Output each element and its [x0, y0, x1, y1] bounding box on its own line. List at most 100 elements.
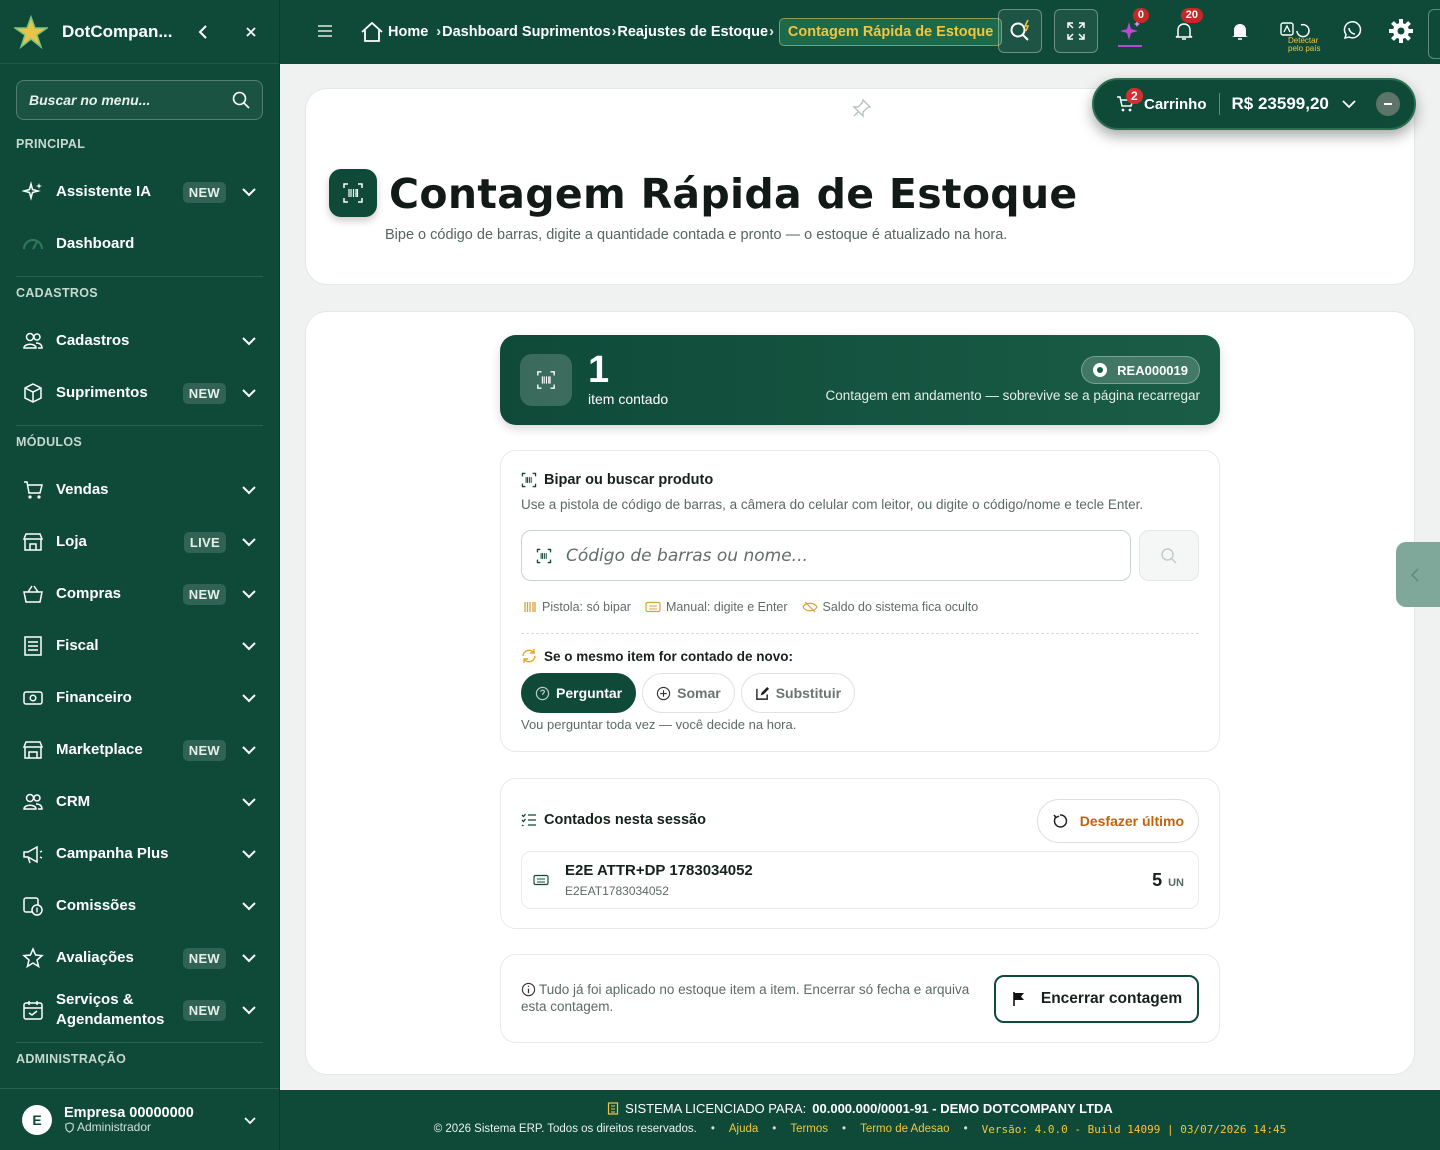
sidebar-item-loja[interactable]: Loja LIVE: [16, 520, 264, 564]
link-termos[interactable]: Termos: [790, 1123, 828, 1136]
barcode-icon: [521, 472, 537, 488]
finish-panel: Tudo já foi aplicado no estoque item a i…: [500, 954, 1220, 1043]
new-badge: NEW: [182, 999, 226, 1021]
refresh-icon: [522, 649, 536, 663]
shield-icon: [65, 1121, 74, 1133]
list-check-icon: [521, 813, 536, 827]
breadcrumb-sep-icon: ›: [611, 24, 617, 40]
sparkles-icon: [22, 181, 44, 203]
calendar-icon: [22, 999, 44, 1021]
ai-assistant-button[interactable]: 0: [1108, 8, 1152, 53]
sidebar-item-marketplace[interactable]: Marketplace NEW: [16, 728, 264, 772]
brand-name: DotCompan...: [62, 21, 173, 41]
search-bolt-icon: [1010, 19, 1030, 41]
whatsapp-button[interactable]: [1330, 9, 1374, 53]
new-badge: NEW: [182, 947, 226, 969]
menu-icon[interactable]: [316, 22, 334, 40]
repeat-options: Perguntar Somar Substituir: [521, 673, 856, 713]
chevron-down-icon: [242, 188, 256, 197]
footer: SISTEMA LICENCIADO PARA: 00.000.000/0001…: [280, 1090, 1440, 1150]
settings-button[interactable]: [1379, 9, 1423, 53]
chevron-down-icon[interactable]: [1341, 96, 1357, 112]
notif-count-badge: 20: [1180, 8, 1203, 23]
notifications-button[interactable]: 20: [1162, 8, 1206, 53]
license-value: 00.000.000/0001-91 - DEMO DOTCOMPANY LTD…: [812, 1101, 1113, 1116]
alerts-button[interactable]: [1218, 9, 1262, 53]
divider: [16, 1042, 263, 1043]
option-substituir[interactable]: Substituir: [740, 673, 856, 713]
sidebar-item-fiscal[interactable]: Fiscal: [16, 624, 264, 668]
user-menu[interactable]: E Empresa 00000000 Administrador: [0, 1088, 279, 1150]
minimize-cart-button[interactable]: [1376, 92, 1400, 116]
count-status-banner: 1 item contado REA000019 Contagem em and…: [500, 335, 1220, 425]
item-name: E2E ATTR+DP 1783034052: [565, 862, 753, 879]
session-title-row: Contados nesta sessão: [521, 812, 706, 828]
chevron-down-icon: [242, 337, 256, 346]
separator-dot: •: [842, 1123, 847, 1135]
breadcrumb: Home › Dashboard Suprimentos › Reajustes…: [360, 17, 1003, 47]
home-icon[interactable]: [360, 20, 384, 44]
close-icon[interactable]: [240, 21, 262, 43]
info-icon: [521, 982, 536, 997]
chevron-down-icon: [242, 642, 256, 651]
breadcrumb-home[interactable]: Home: [388, 24, 428, 40]
cash-icon: [22, 687, 44, 709]
topbar-edge-button[interactable]: [1428, 9, 1440, 59]
sidebar-item-comissoes[interactable]: Comissões: [16, 884, 264, 928]
sidebar-item-financeiro[interactable]: Financeiro: [16, 676, 264, 720]
edit-icon: [755, 686, 769, 700]
sidebar-item-campanha-plus[interactable]: Campanha Plus: [16, 832, 264, 876]
separator-dot: •: [963, 1123, 968, 1135]
breadcrumb-reajustes[interactable]: Reajustes de Estoque: [617, 24, 768, 40]
sidebar-item-cadastros[interactable]: Cadastros: [16, 319, 264, 363]
shop-icon: [22, 739, 44, 761]
breadcrumb-sep-icon: ›: [436, 24, 442, 40]
hint-manual: Manual: digite e Enter: [645, 600, 788, 614]
option-perguntar[interactable]: Perguntar: [521, 673, 637, 713]
sidebar-item-servicos-agendamentos[interactable]: Serviços & Agendamentos NEW: [16, 988, 264, 1032]
sidebar-item-avaliacoes[interactable]: Avaliações NEW: [16, 936, 264, 980]
breadcrumb-dashboard-suprimentos[interactable]: Dashboard Suprimentos: [442, 24, 610, 40]
sidebar-item-label: Compras: [56, 585, 122, 602]
link-ajuda[interactable]: Ajuda: [729, 1123, 758, 1136]
search-icon[interactable]: [232, 91, 250, 109]
finish-note-row: Tudo já foi aplicado no estoque item a i…: [521, 981, 971, 1015]
sidebar-item-label: Suprimentos: [56, 384, 148, 401]
link-termo-adesao[interactable]: Termo de Adesao: [860, 1123, 950, 1136]
menu-search-input[interactable]: [29, 92, 232, 108]
sidebar-item-assistente-ia[interactable]: Assistente IA NEW: [16, 170, 264, 214]
chevron-down-icon: [242, 954, 256, 963]
user-name: Empresa 00000000: [64, 1105, 194, 1121]
live-badge: LIVE: [183, 531, 226, 553]
option-somar[interactable]: Somar: [642, 673, 735, 713]
collapse-sidebar-icon[interactable]: [192, 21, 214, 43]
sidebar-item-dashboard[interactable]: Dashboard: [16, 222, 264, 266]
table-row[interactable]: E2E ATTR+DP 1783034052 E2EAT1783034052 5…: [521, 851, 1199, 909]
counted-items-number: 1: [588, 349, 610, 391]
version-info: Versão: 4.0.0 - Build 14099 | 03/07/2026…: [981, 1123, 1287, 1136]
expand-icon: [1067, 22, 1085, 40]
cart-total: R$ 23599,20: [1231, 94, 1329, 113]
scan-search-button[interactable]: [1139, 530, 1199, 581]
fullscreen-button[interactable]: [1054, 9, 1098, 53]
sidebar-item-suprimentos[interactable]: Suprimentos NEW: [16, 371, 264, 415]
cart-widget[interactable]: 2 Carrinho R$ 23599,20: [1092, 78, 1416, 130]
item-quantity: 5 UN: [1152, 870, 1184, 891]
barcode-icon: [520, 354, 572, 406]
barcode-input[interactable]: [566, 545, 1116, 566]
bell-filled-icon: [1232, 24, 1248, 40]
sidebar-item-crm[interactable]: CRM: [16, 780, 264, 824]
detect-country-button[interactable]: Detectar pelo país: [1274, 9, 1320, 53]
chevron-down-icon: [242, 590, 256, 599]
quick-search-button[interactable]: [998, 9, 1042, 53]
sidebar-item-compras[interactable]: Compras NEW: [16, 572, 264, 616]
scan-title-row: Bipar ou buscar produto: [521, 472, 713, 488]
undo-last-button[interactable]: Desfazer último: [1036, 799, 1199, 843]
side-panel-toggle[interactable]: [1396, 542, 1440, 607]
chevron-down-icon: [242, 389, 256, 398]
pin-icon[interactable]: [850, 98, 872, 120]
session-title: Contados nesta sessão: [544, 812, 706, 828]
building-icon: [608, 1102, 619, 1115]
sidebar-item-vendas[interactable]: Vendas: [16, 468, 264, 512]
finish-count-button[interactable]: Encerrar contagem: [994, 975, 1199, 1023]
